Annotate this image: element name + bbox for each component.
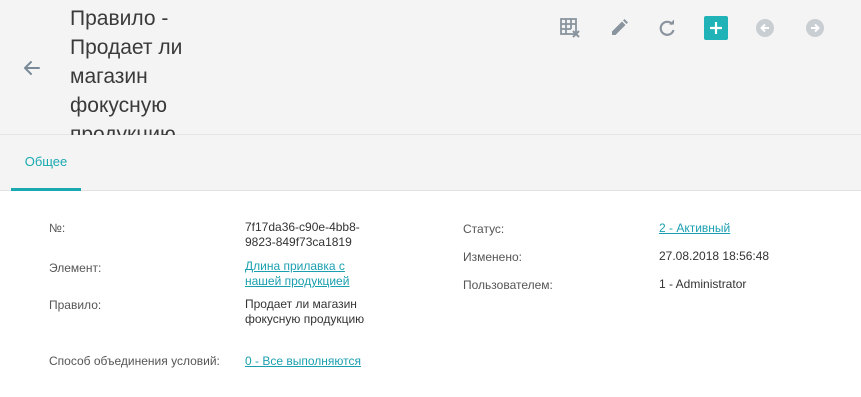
edit-button[interactable] <box>607 16 631 40</box>
refresh-button[interactable] <box>655 16 679 40</box>
field-label-number: №: <box>49 221 66 235</box>
arrow-left-icon <box>24 61 40 75</box>
field-value-status-link[interactable]: 2 - Активный <box>659 221 730 236</box>
previous-record-button[interactable] <box>753 16 777 40</box>
plus-icon <box>710 22 722 34</box>
field-label-status: Статус: <box>463 222 505 236</box>
field-label-condition-mode: Способ объединения условий: <box>49 354 220 368</box>
field-label-user: Пользователем: <box>463 278 553 292</box>
pencil-icon <box>612 19 628 35</box>
field-label-modified: Изменено: <box>463 250 522 264</box>
next-record-button[interactable] <box>803 16 827 40</box>
refresh-icon <box>659 19 675 36</box>
field-value-element-link[interactable]: Длина прилавка с нашей продукцией <box>245 259 360 289</box>
tab-bar: Общее <box>0 135 861 191</box>
page-title: Правило - Продает ли магазин фокусную пр… <box>70 7 183 146</box>
add-button[interactable] <box>704 16 728 40</box>
tab-general[interactable]: Общее <box>11 135 81 191</box>
arrow-right-circle-icon <box>806 19 824 37</box>
back-button[interactable] <box>18 54 46 82</box>
field-value-user: 1 - Administrator <box>659 277 747 291</box>
field-value-condition-mode-link[interactable]: 0 - Все выполняются <box>245 354 361 369</box>
field-label-element: Элемент: <box>49 261 102 275</box>
arrow-left-circle-icon <box>756 19 774 37</box>
page-header: Правило - Продает ли магазин фокусную пр… <box>0 0 861 146</box>
field-label-rule: Правило: <box>49 298 102 312</box>
table-clear-icon <box>560 18 580 38</box>
field-value-rule: Продает ли магазин фокусную продукцию <box>245 297 365 326</box>
field-value-number: 7f17da36-c90e-4bb8-9823-849f73ca1819 <box>245 220 360 249</box>
field-value-modified: 27.08.2018 18:56:48 <box>659 249 770 263</box>
clear-filter-button[interactable] <box>558 16 582 40</box>
